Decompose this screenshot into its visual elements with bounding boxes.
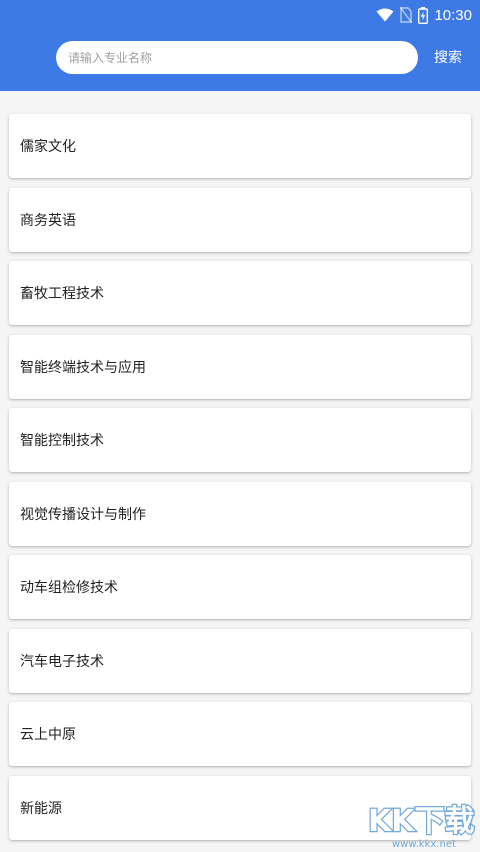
kkx-watermark-logo: KK下载 www.kkx.net (367, 803, 476, 850)
search-input[interactable] (68, 50, 418, 65)
list-item[interactable]: 动车组检修技术 (9, 555, 471, 619)
list-item[interactable]: 畜牧工程技术 (9, 261, 471, 325)
list-item[interactable]: 智能控制技术 (9, 408, 471, 472)
list-item-label: 畜牧工程技术 (20, 286, 104, 302)
status-time: 10:30 (434, 6, 472, 24)
watermark-url: www.kkx.net (392, 839, 456, 850)
list-item-label: 动车组检修技术 (20, 580, 118, 596)
list-item-label: 汽车电子技术 (20, 653, 104, 670)
list-item-label: 智能终端技术与应用 (20, 359, 146, 376)
watermark-logo-text: KK下载 (368, 804, 475, 839)
list-item-label: 视觉传播设计与制作 (20, 506, 146, 523)
search-box[interactable] (56, 41, 418, 74)
status-bar: 10:30 (376, 4, 472, 26)
no-sim-icon (400, 7, 413, 23)
list-item[interactable]: 智能终端技术与应用 (9, 334, 471, 399)
battery-icon (418, 6, 429, 24)
list-item-label: 云上中原 (20, 727, 76, 743)
app-header: 10:30 搜索 (0, 0, 480, 91)
wifi-icon (376, 8, 394, 22)
list-item-label: 新能源 (20, 800, 62, 817)
search-button[interactable]: 搜索 (434, 47, 462, 67)
list-item[interactable]: 视觉传播设计与制作 (9, 481, 471, 546)
list-item-label: 商务英语 (20, 212, 76, 229)
list-item[interactable]: 商务英语 (9, 187, 471, 252)
list-item[interactable]: 云上中原 (9, 702, 471, 766)
list-item[interactable]: 汽车电子技术 (9, 628, 471, 693)
list-item-label: 智能控制技术 (20, 433, 104, 449)
list-item[interactable]: 儒家文化 (9, 114, 471, 178)
list-item-label: 儒家文化 (20, 139, 76, 155)
